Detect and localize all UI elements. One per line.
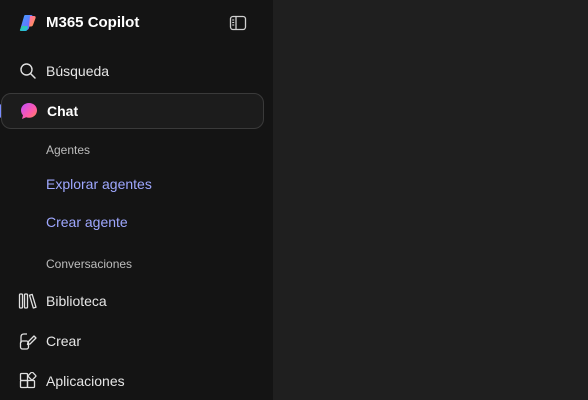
nav-item-chat[interactable]: Chat (1, 93, 264, 129)
create-agent-link[interactable]: Crear agente (46, 214, 128, 230)
conversations-section-heading: Conversaciones (46, 257, 133, 271)
agents-section-heading: Agentes (46, 143, 91, 157)
chat-bubble-icon (19, 101, 39, 121)
nav-item-library[interactable]: Biblioteca (0, 283, 273, 319)
main-content-area (273, 0, 588, 400)
search-icon (18, 61, 38, 81)
nav-item-chat-label: Chat (47, 103, 79, 119)
nav-item-create-label: Crear (46, 333, 82, 349)
sidebar-toggle-button[interactable] (228, 13, 248, 33)
nav-item-search[interactable]: Búsqueda (0, 53, 273, 89)
create-icon (18, 331, 38, 351)
apps-icon (18, 371, 38, 391)
nav-item-apps[interactable]: Aplicaciones (0, 363, 273, 399)
sidebar: M365 Copilot Búsqueda Chat Agentes Explo… (0, 0, 273, 400)
m365-copilot-logo-icon (18, 13, 38, 33)
nav-item-create[interactable]: Crear (0, 323, 273, 359)
nav-item-library-label: Biblioteca (46, 293, 107, 309)
sidebar-header: M365 Copilot (0, 0, 273, 46)
explore-agents-link[interactable]: Explorar agentes (46, 176, 152, 192)
app-title: M365 Copilot (46, 14, 140, 31)
nav-item-search-label: Búsqueda (46, 63, 110, 79)
nav-item-apps-label: Aplicaciones (46, 373, 125, 389)
library-icon (18, 291, 38, 311)
sidebar-toggle-icon (229, 15, 247, 31)
